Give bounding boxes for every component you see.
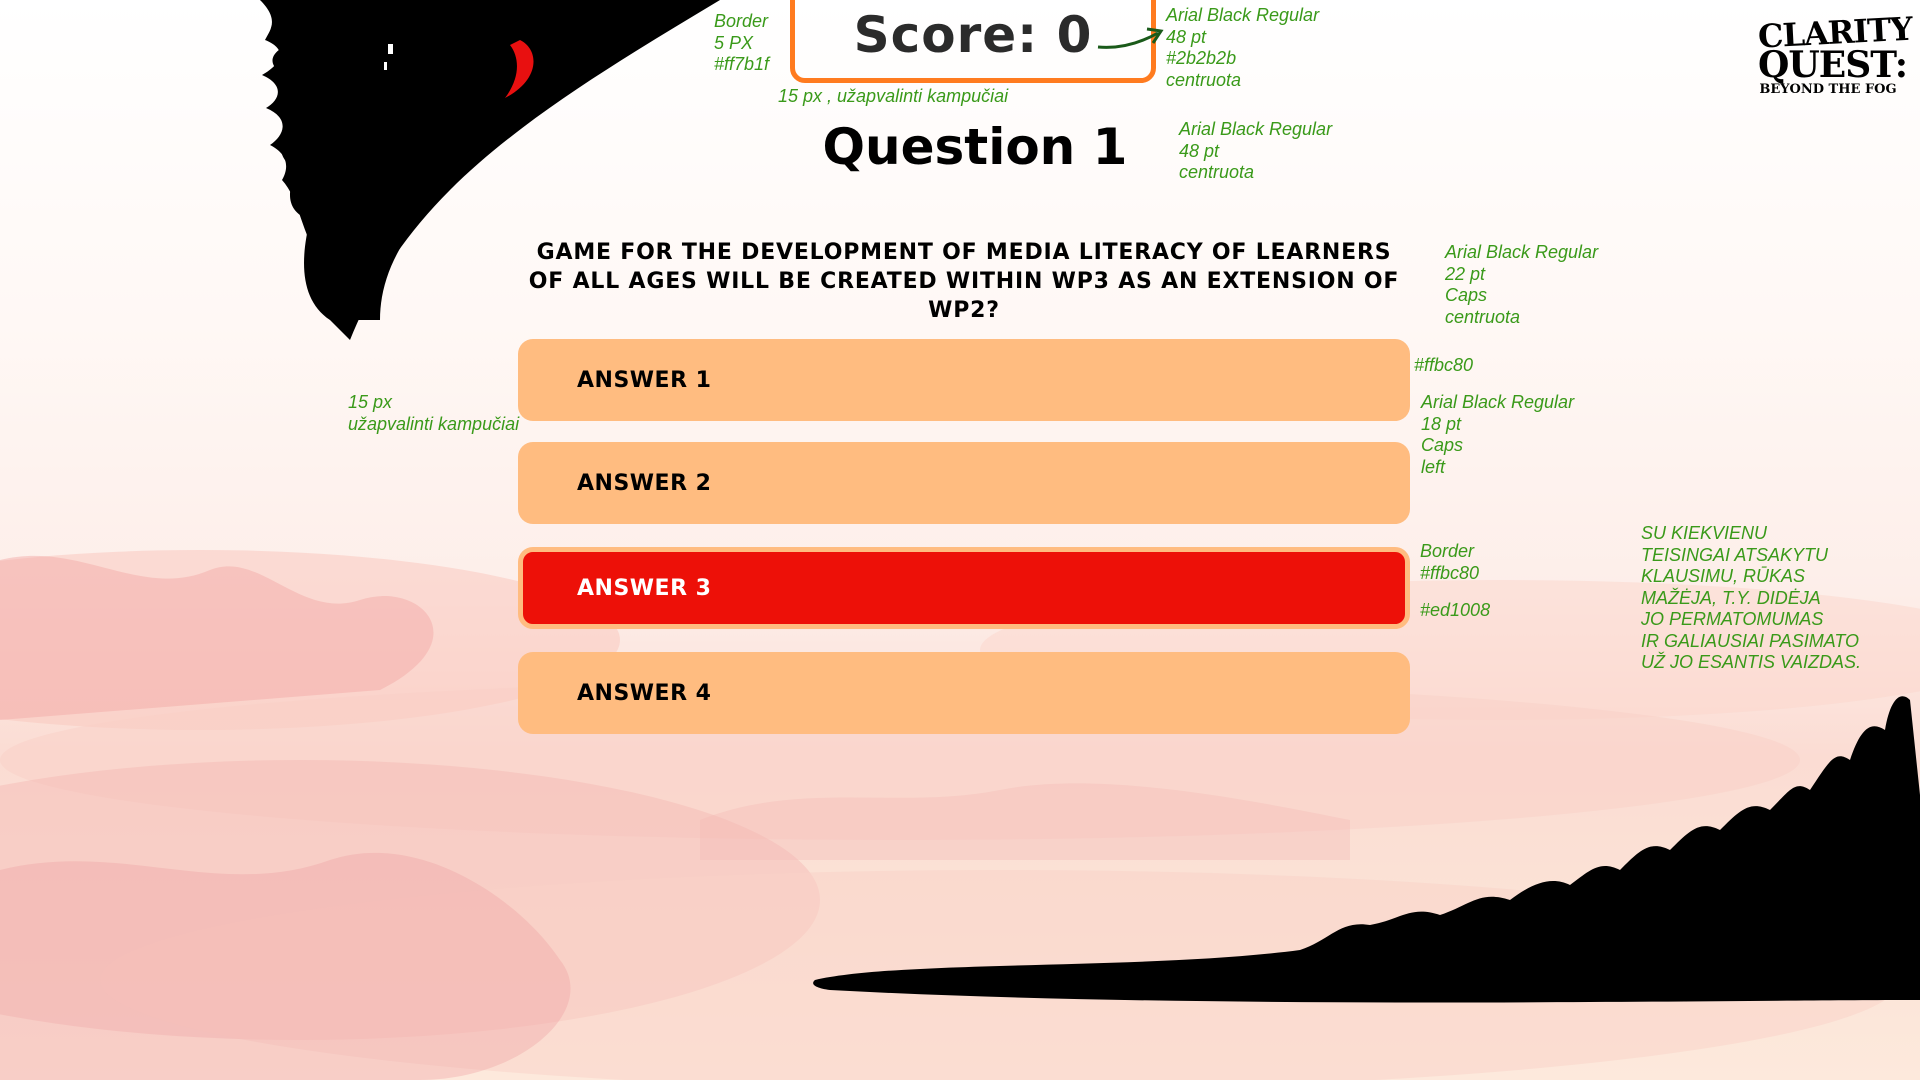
question-title: Question 1 [822,118,1128,176]
answer-label: ANSWER 3 [577,575,712,601]
note-question-font: Arial Black Regular 22 pt Caps centruota [1445,242,1599,327]
answer-label: ANSWER 2 [577,470,712,496]
note-selected-color: #ed1008 [1420,600,1491,620]
note-selected-border: Border #ffbc80 [1420,541,1480,583]
note-score-border: Border 5 PX #ff7b1f [714,11,770,74]
game-logo: CLARITY QUEST: BEYOND THE FOG [1757,10,1913,113]
answer-button-2[interactable]: ANSWER 2 [518,442,1410,524]
answer-label: ANSWER 1 [577,367,712,393]
score-label: Score: 0 [853,6,1093,64]
question-text: GAME FOR THE DEVELOPMENT OF MEDIA LITERA… [528,240,1400,323]
note-fog-behavior: SU KIEKVIENU TEISINGAI ATSAKYTU KLAUSIMU… [1641,523,1862,672]
answer-button-4[interactable]: ANSWER 4 [518,652,1410,734]
note-title-font: Arial Black Regular 48 pt centruota [1179,119,1333,182]
annotation-arrow [1097,27,1164,49]
answer-button-3[interactable]: ANSWER 3 [518,547,1410,629]
answer-label: ANSWER 4 [577,680,712,706]
note-score-font: Arial Black Regular 48 pt #2b2b2b centru… [1166,5,1320,90]
logo-line-1: CLARITY [1757,9,1913,56]
note-answer-font: Arial Black Regular 18 pt Caps left [1421,392,1575,477]
answer-button-1[interactable]: ANSWER 1 [518,339,1410,421]
note-answer-color: #ffbc80 [1414,355,1474,375]
note-answer-corners: 15 px užapvalinti kampučiai [348,392,520,434]
logo-line-3: BEYOND THE FOG [1759,82,1897,97]
note-score-corners: 15 px , užapvalinti kampučiai [778,86,1009,106]
